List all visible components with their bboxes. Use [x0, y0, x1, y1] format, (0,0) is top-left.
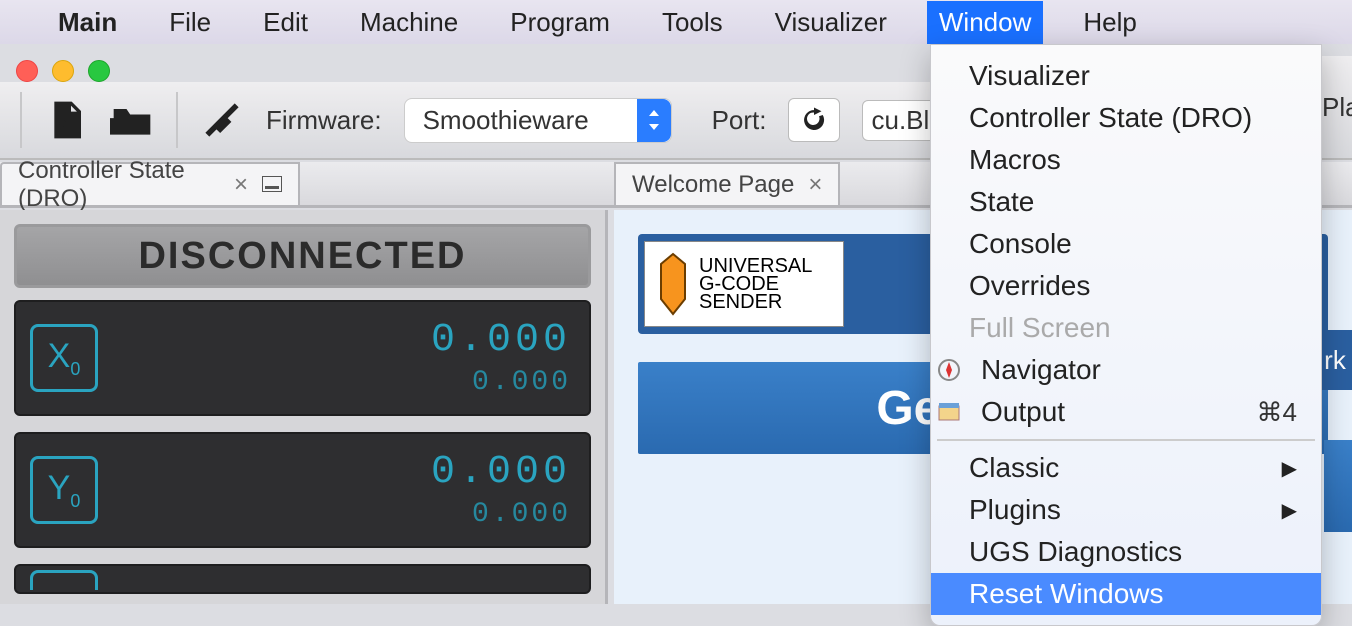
connection-status: DISCONNECTED	[14, 224, 591, 288]
firmware-value: Smoothieware	[423, 105, 589, 135]
macos-menubar: Main File Edit Machine Program Tools Vis…	[0, 0, 1352, 44]
menu-machine[interactable]: Machine	[348, 1, 470, 44]
close-icon[interactable]: ×	[808, 171, 822, 199]
menu-divider	[937, 439, 1315, 441]
open-folder-icon[interactable]	[110, 98, 154, 142]
axis-x-row[interactable]: X0 0.000 0.000	[14, 300, 591, 416]
menu-main[interactable]: Main	[46, 1, 129, 44]
menu-item-classic[interactable]: Classic▶	[931, 447, 1321, 489]
toolbar-separator	[176, 92, 178, 148]
menu-file[interactable]: File	[157, 1, 223, 44]
window-menu-dropdown: Visualizer Controller State (DRO) Macros…	[930, 44, 1322, 626]
axis-x-work: 0.000	[431, 318, 571, 363]
truncated-side-button[interactable]: rk	[1318, 330, 1352, 390]
menu-item-console[interactable]: Console	[931, 223, 1321, 265]
firmware-select[interactable]: Smoothieware	[404, 98, 672, 143]
menu-item-macros[interactable]: Macros	[931, 139, 1321, 181]
minimize-window-icon[interactable]	[52, 60, 74, 82]
new-file-icon[interactable]	[44, 98, 88, 142]
output-icon	[935, 398, 963, 426]
port-refresh-button[interactable]	[788, 98, 840, 142]
tab-welcome[interactable]: Welcome Page ×	[614, 162, 840, 205]
menu-item-state[interactable]: State	[931, 181, 1321, 223]
ugs-logo: UNIVERSAL G-CODE SENDER	[644, 241, 844, 327]
axis-y-work: 0.000	[431, 450, 571, 495]
tab-label: Controller State (DRO)	[18, 157, 220, 213]
axis-z-zero-button[interactable]	[30, 570, 98, 590]
axis-z-row-partial[interactable]	[14, 564, 591, 594]
dro-panel: DISCONNECTED X0 0.000 0.000 Y0 0.000 0.0…	[0, 210, 608, 604]
menu-item-navigator[interactable]: Navigator	[931, 349, 1321, 391]
axis-x-machine: 0.000	[431, 367, 571, 398]
compass-icon	[935, 356, 963, 384]
axis-y-zero-button[interactable]: Y0	[30, 456, 98, 524]
connect-icon[interactable]	[200, 98, 244, 142]
menu-item-ugs-diagnostics[interactable]: UGS Diagnostics	[931, 531, 1321, 573]
axis-y-machine: 0.000	[431, 499, 571, 530]
menu-visualizer[interactable]: Visualizer	[763, 1, 899, 44]
menu-item-fullscreen: Full Screen	[931, 307, 1321, 349]
submenu-arrow-icon: ▶	[1282, 456, 1297, 481]
submenu-arrow-icon: ▶	[1282, 498, 1297, 523]
minimize-panel-icon[interactable]	[262, 171, 282, 199]
port-label: Port:	[712, 105, 767, 136]
menu-item-plugins[interactable]: Plugins▶	[931, 489, 1321, 531]
axis-x-zero-button[interactable]: X0	[30, 324, 98, 392]
close-icon[interactable]: ×	[234, 171, 248, 199]
menu-program[interactable]: Program	[498, 1, 622, 44]
select-stepper-icon[interactable]	[637, 99, 671, 142]
firmware-label: Firmware:	[266, 105, 382, 136]
axis-y-row[interactable]: Y0 0.000 0.000	[14, 432, 591, 548]
menu-item-reset-windows[interactable]: Reset Windows	[931, 573, 1321, 615]
menu-window[interactable]: Window	[927, 1, 1043, 44]
truncated-band	[1324, 440, 1352, 532]
tab-controller-state[interactable]: Controller State (DRO) ×	[0, 162, 300, 205]
menu-item-overrides[interactable]: Overrides	[931, 265, 1321, 307]
menu-item-output[interactable]: Output ⌘4	[931, 391, 1321, 433]
menu-item-visualizer[interactable]: Visualizer	[931, 55, 1321, 97]
menu-item-controller-state[interactable]: Controller State (DRO)	[931, 97, 1321, 139]
menu-tools[interactable]: Tools	[650, 1, 735, 44]
tab-label: Welcome Page	[632, 171, 794, 199]
menu-help[interactable]: Help	[1071, 1, 1148, 44]
menu-edit[interactable]: Edit	[251, 1, 320, 44]
toolbar-separator	[20, 92, 22, 148]
shortcut-label: ⌘4	[1257, 397, 1297, 428]
zoom-window-icon[interactable]	[88, 60, 110, 82]
logo-text: SENDER	[699, 293, 812, 311]
close-window-icon[interactable]	[16, 60, 38, 82]
